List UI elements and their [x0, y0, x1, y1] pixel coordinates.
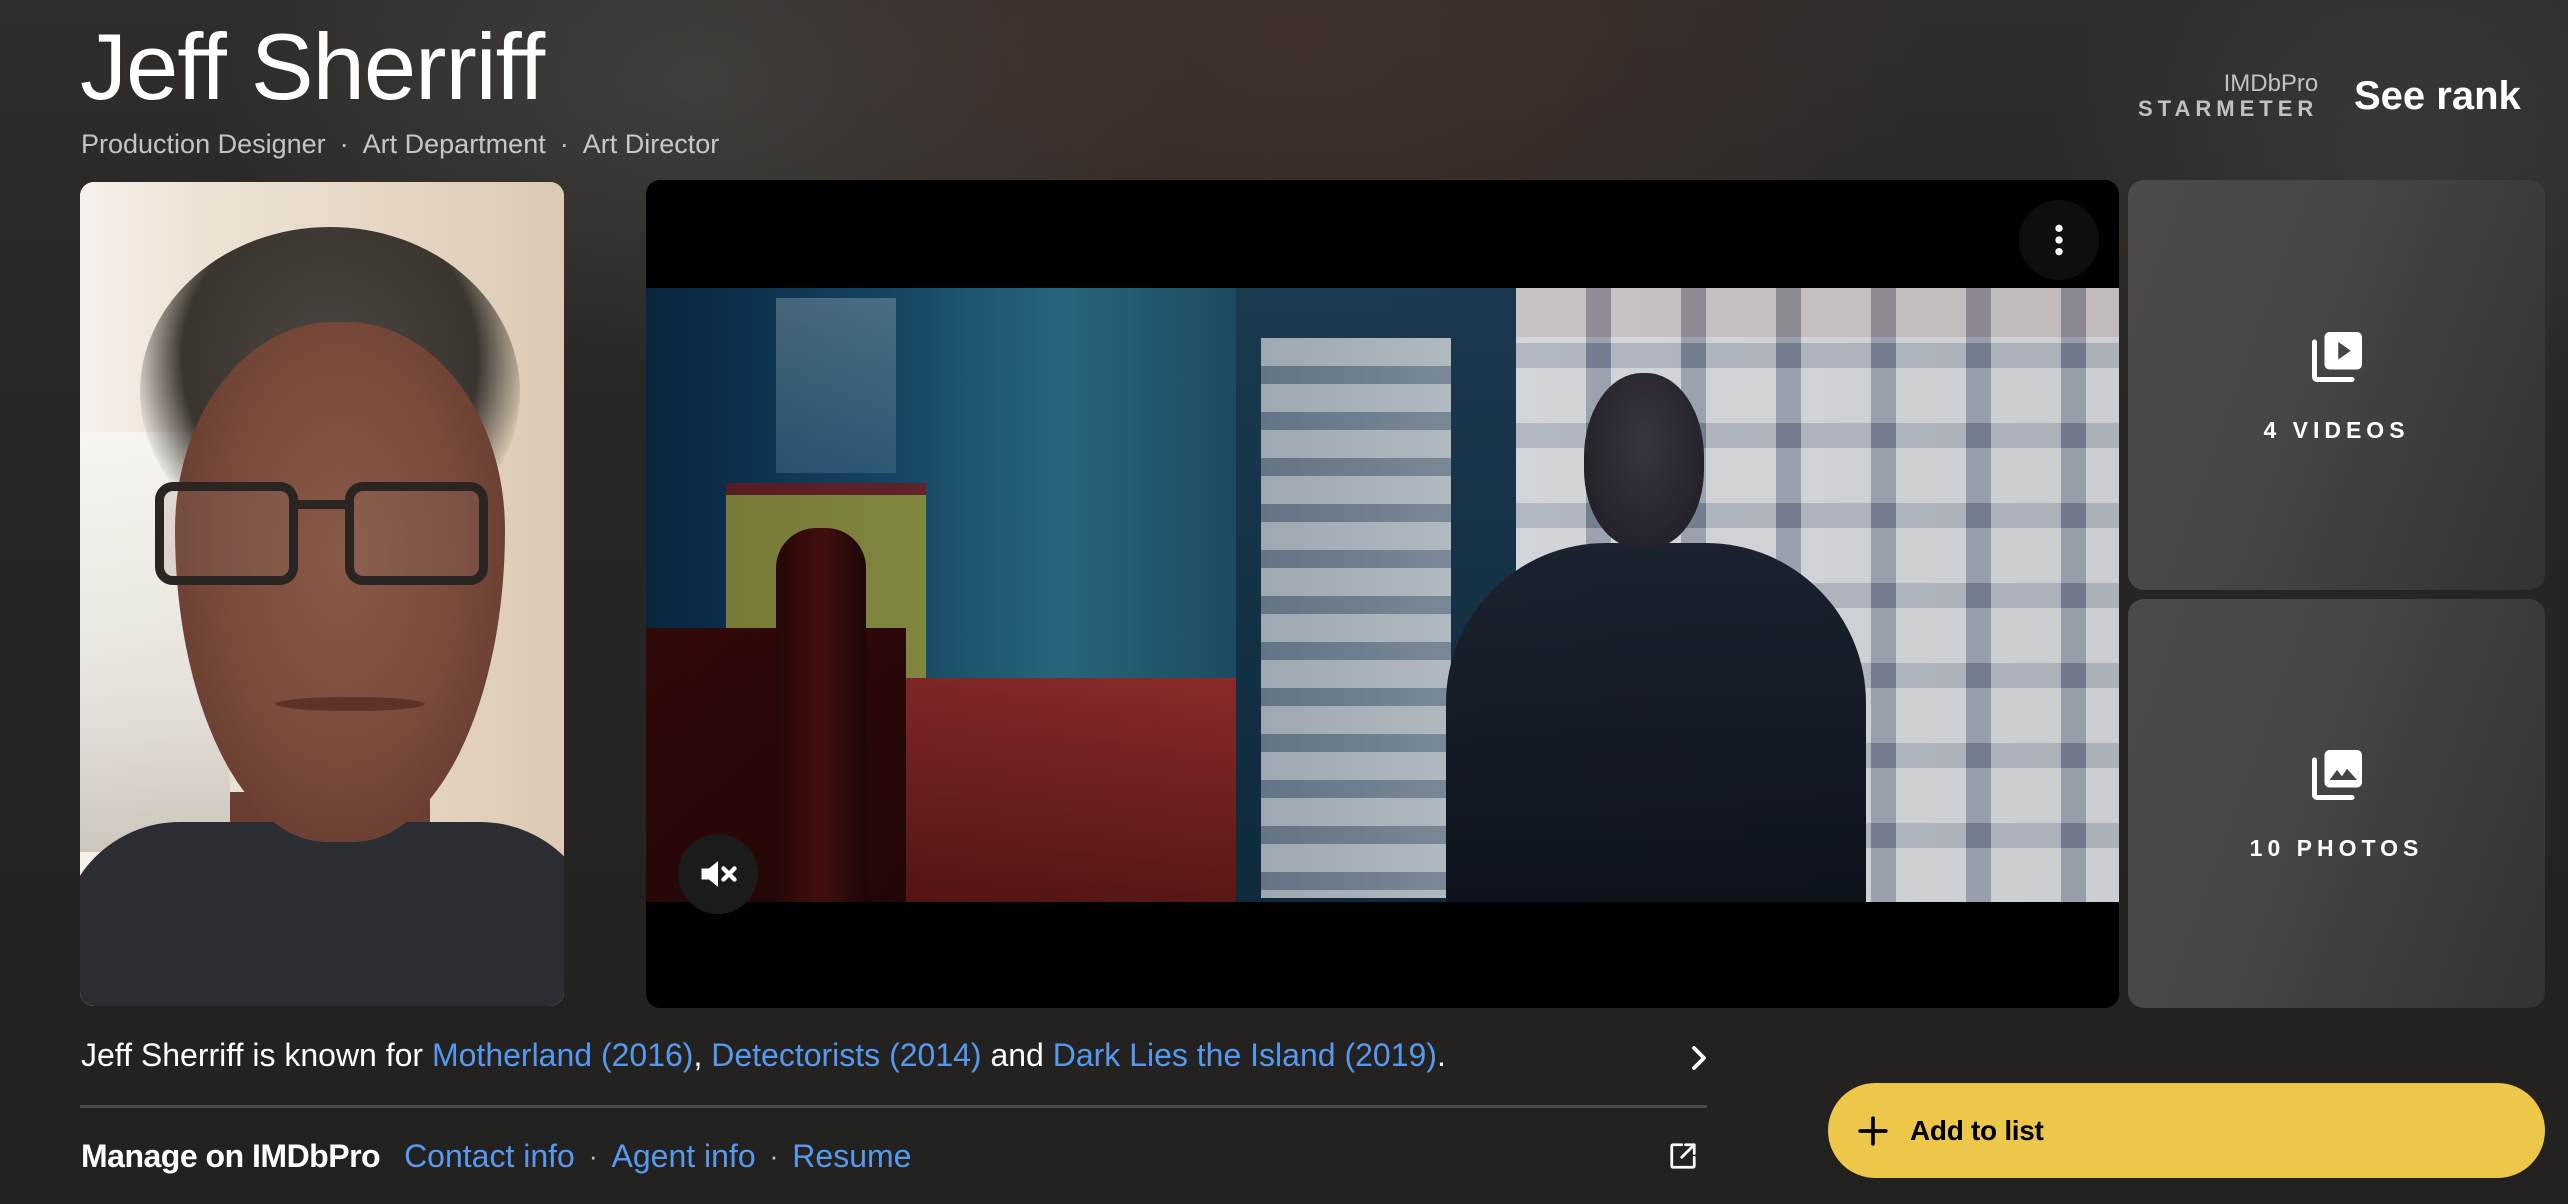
video-library-icon	[2311, 331, 2362, 382]
volume-muted-icon	[701, 861, 737, 887]
photo-mouth	[275, 697, 425, 711]
resume-link[interactable]: Resume	[792, 1135, 911, 1177]
role-separator: ·	[339, 129, 349, 159]
role: Production Designer	[81, 129, 326, 159]
add-to-list-label: Add to list	[1910, 1114, 2044, 1146]
imdbpro-manage-row: Manage on IMDbPro Contact info · Agent i…	[81, 1135, 911, 1177]
mute-toggle-button[interactable]	[678, 834, 758, 914]
role: Art Department	[362, 129, 546, 159]
agent-info-link[interactable]: Agent info	[612, 1135, 756, 1177]
videos-count: 4 VIDEOS	[2263, 416, 2410, 443]
plus-icon	[1858, 1115, 1888, 1146]
imdbpro-manage-title: Manage on IMDbPro	[81, 1138, 381, 1174]
known-for-text: Jeff Sherriff is known for Motherland (2…	[81, 1034, 1446, 1076]
known-for-separator: ,	[693, 1037, 712, 1073]
role-separator: ·	[559, 129, 569, 159]
roles-list: Production Designer · Art Department · A…	[81, 126, 719, 162]
video-frame	[646, 288, 2119, 902]
known-for-separator: and	[981, 1037, 1053, 1073]
videos-tile[interactable]: 4 VIDEOS	[2128, 180, 2545, 590]
photo-glasses-left	[155, 482, 298, 585]
link-separator: ·	[588, 1141, 598, 1171]
link-separator: ·	[769, 1141, 779, 1171]
profile-photo[interactable]	[80, 182, 564, 1006]
photos-count: 10 PHOTOS	[2249, 835, 2424, 861]
known-for-link[interactable]: Dark Lies the Island (2019)	[1053, 1037, 1437, 1073]
video-player[interactable]	[646, 180, 2119, 1008]
external-link-icon[interactable]	[1668, 1141, 1698, 1171]
more-vertical-icon	[2055, 224, 2063, 256]
photo-glasses-right	[345, 482, 488, 585]
add-to-list-button[interactable]: Add to list	[1828, 1083, 2545, 1178]
photo-shirt	[80, 822, 564, 1006]
known-for-link[interactable]: Detectorists (2014)	[711, 1037, 981, 1073]
starmeter-text: STARMETER	[2138, 96, 2319, 121]
starmeter-label: IMDbPro STARMETER	[2138, 72, 2318, 120]
contact-info-link[interactable]: Contact info	[404, 1135, 575, 1177]
role: Art Director	[582, 129, 720, 159]
scene-shade	[646, 288, 2119, 902]
imdbpro-brand: IMDbPro	[2223, 70, 2319, 97]
video-more-button[interactable]	[2019, 200, 2099, 280]
divider	[80, 1105, 1707, 1108]
known-for-link[interactable]: Motherland (2016)	[432, 1037, 693, 1073]
photos-tile[interactable]: 10 PHOTOS	[2128, 599, 2545, 1008]
see-rank-button[interactable]: See rank	[2354, 74, 2521, 119]
known-for-prefix: Jeff Sherriff is known for	[81, 1037, 432, 1073]
known-for-suffix: .	[1436, 1037, 1446, 1073]
page-title: Jeff Sherriff	[80, 14, 545, 119]
photo-glasses-bridge	[289, 500, 349, 509]
chevron-right-icon[interactable]	[1684, 1040, 1714, 1076]
photo-library-icon	[2311, 750, 2362, 800]
